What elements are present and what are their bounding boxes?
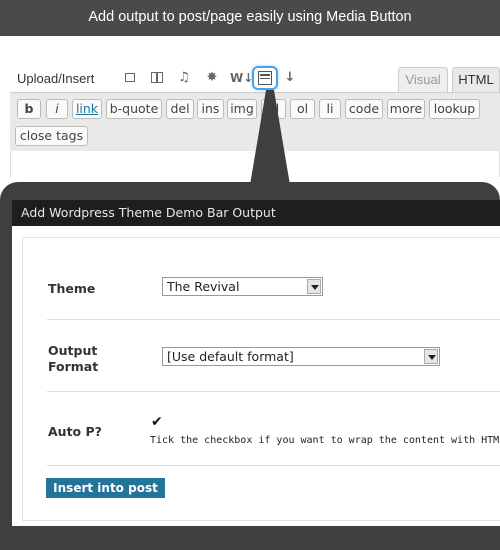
wordpress-icon[interactable]: W↓ <box>230 69 253 87</box>
row-divider <box>47 465 500 466</box>
theme-select[interactable]: The Revival <box>162 277 323 296</box>
theme-select-value: The Revival <box>167 279 240 294</box>
download-icon[interactable]: ↓ <box>281 69 299 87</box>
callout-pointer <box>250 90 290 185</box>
qt-code-button[interactable]: code <box>345 99 383 119</box>
qt-blockquote-button[interactable]: b-quote <box>106 99 162 119</box>
theme-demo-bar-icon[interactable] <box>252 66 278 90</box>
row-divider <box>47 391 500 392</box>
auto-p-checkbox[interactable]: ✔ <box>151 415 165 430</box>
qt-bold-button[interactable]: b <box>17 99 41 119</box>
row-divider <box>47 319 500 320</box>
qt-lookup-button[interactable]: lookup <box>429 99 480 119</box>
chevron-down-icon[interactable] <box>307 279 321 294</box>
qt-more-button[interactable]: more <box>387 99 425 119</box>
output-format-select-value: [Use default format] <box>167 349 294 364</box>
upload-insert-label: Upload/Insert <box>17 71 95 86</box>
auto-p-hint: Tick the checkbox if you want to wrap th… <box>150 435 500 446</box>
header-banner: Add output to post/page easily using Med… <box>0 0 500 36</box>
auto-p-label: Auto P? <box>48 424 102 439</box>
qt-close-tags-button[interactable]: close tags <box>15 126 88 146</box>
qt-link-button[interactable]: link <box>72 99 102 119</box>
audio-icon[interactable]: ♫ <box>175 69 193 87</box>
qt-del-button[interactable]: del <box>166 99 194 119</box>
dialog-panel: Theme The Revival Output Format [Use def… <box>22 237 500 521</box>
output-format-select[interactable]: [Use default format] <box>162 347 440 366</box>
image-icon[interactable] <box>121 69 139 87</box>
gallery-icon[interactable] <box>148 69 166 87</box>
tab-visual[interactable]: Visual <box>398 67 448 93</box>
theme-demo-bar-dialog: Add Wordpress Theme Demo Bar Output Them… <box>12 200 500 526</box>
chevron-down-icon[interactable] <box>424 349 438 364</box>
output-format-label: Output Format <box>48 343 99 374</box>
qt-ins-button[interactable]: ins <box>197 99 224 119</box>
qt-li-button[interactable]: li <box>319 99 341 119</box>
qt-ol-button[interactable]: ol <box>290 99 315 119</box>
media-icon[interactable]: ✸ <box>203 69 221 87</box>
theme-label: Theme <box>48 281 96 296</box>
qt-italic-button[interactable]: i <box>46 99 68 119</box>
insert-into-post-button[interactable]: Insert into post <box>46 478 165 498</box>
dialog-title: Add Wordpress Theme Demo Bar Output <box>12 200 500 226</box>
tab-html[interactable]: HTML <box>452 67 500 93</box>
